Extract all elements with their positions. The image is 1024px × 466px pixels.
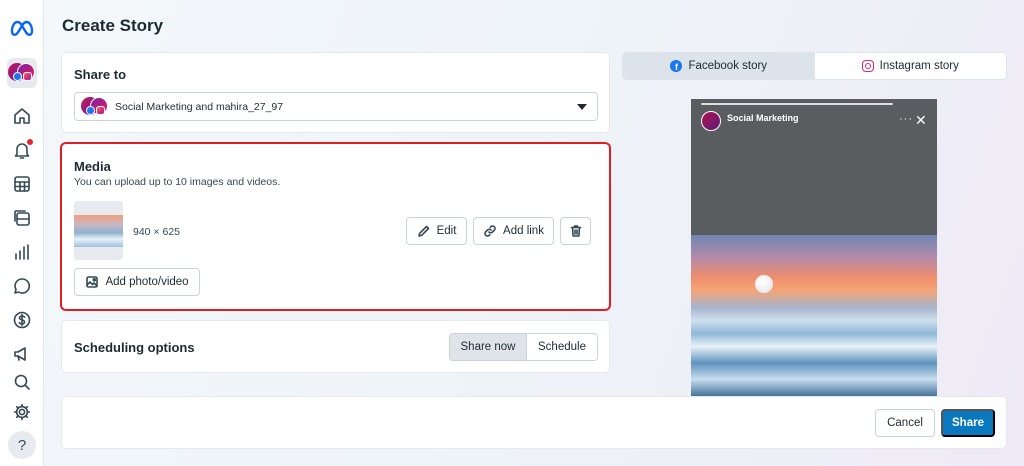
- calendar-grid-icon[interactable]: [10, 172, 34, 196]
- selected-account-label: Social Marketing and mahira_27_97: [115, 100, 284, 113]
- delete-button[interactable]: [560, 217, 591, 245]
- tab-facebook-story[interactable]: f Facebook story: [623, 53, 815, 79]
- close-icon[interactable]: ✕: [915, 112, 927, 129]
- sidebar: ?: [0, 0, 44, 466]
- scheduling-title: Scheduling options: [74, 340, 195, 355]
- megaphone-icon[interactable]: [10, 342, 34, 366]
- help-label: ?: [17, 436, 27, 454]
- thumbnail-image: [74, 215, 123, 247]
- schedule-option[interactable]: Schedule: [527, 334, 597, 360]
- add-photo-video-label: Add photo/video: [105, 276, 189, 288]
- story-account-name: Social Marketing: [727, 113, 799, 123]
- search-icon[interactable]: [10, 370, 34, 394]
- photo-add-icon: [86, 276, 99, 288]
- gear-icon[interactable]: [10, 400, 34, 424]
- inbox-chat-icon[interactable]: [10, 274, 34, 298]
- home-icon[interactable]: [10, 104, 34, 128]
- scheduling-card: Scheduling options Share now Schedule: [62, 321, 609, 372]
- share-to-title: Share to: [74, 67, 127, 82]
- more-icon[interactable]: ···: [899, 113, 913, 125]
- meta-logo-icon[interactable]: [8, 14, 36, 42]
- page-title: Create Story: [62, 16, 164, 35]
- story-preview: Social Marketing ··· ✕: [691, 99, 937, 399]
- tab-facebook-story-label: Facebook story: [688, 60, 768, 72]
- tab-instagram-story[interactable]: Instagram story: [814, 53, 1006, 79]
- account-avatar-stack-icon: [8, 63, 36, 83]
- media-thumbnail[interactable]: [74, 201, 123, 260]
- instagram-icon: [861, 60, 874, 72]
- tab-instagram-story-label: Instagram story: [879, 60, 959, 72]
- content-library-icon[interactable]: [10, 206, 34, 230]
- story-avatar: [701, 111, 721, 131]
- help-button[interactable]: ?: [8, 431, 36, 459]
- add-link-button[interactable]: Add link: [473, 217, 554, 245]
- pencil-icon: [417, 225, 429, 237]
- cancel-button[interactable]: Cancel: [875, 409, 935, 437]
- account-select-dropdown[interactable]: Social Marketing and mahira_27_97: [74, 92, 598, 121]
- media-dimensions: 940 × 625: [133, 226, 181, 238]
- media-title: Media: [74, 159, 111, 174]
- notification-dot: [27, 139, 33, 145]
- story-image: [691, 235, 937, 399]
- monetization-dollar-icon[interactable]: [10, 308, 34, 332]
- share-now-option[interactable]: Share now: [450, 334, 527, 360]
- edit-label: Edit: [436, 225, 457, 237]
- add-link-label: Add link: [503, 225, 544, 237]
- moon-shape: [755, 275, 773, 293]
- preview-tabs: f Facebook story Instagram story: [623, 53, 1006, 79]
- edit-button[interactable]: Edit: [406, 217, 467, 245]
- media-card: Media You can upload up to 10 images and…: [62, 144, 609, 309]
- account-avatars-icon: [81, 96, 109, 117]
- share-button[interactable]: Share: [941, 409, 995, 437]
- add-photo-video-button[interactable]: Add photo/video: [74, 268, 200, 296]
- share-to-card: Share to Social Marketing and mahira_27_…: [62, 53, 609, 132]
- insights-bar-chart-icon[interactable]: [10, 240, 34, 264]
- scheduling-toggle: Share now Schedule: [449, 333, 598, 361]
- media-subtitle: You can upload up to 10 images and video…: [74, 176, 281, 188]
- account-avatar[interactable]: [7, 58, 37, 88]
- story-progress-bar: [701, 103, 893, 105]
- facebook-icon: f: [670, 60, 683, 72]
- bell-icon[interactable]: [10, 138, 34, 162]
- footer-action-bar: Cancel Share: [62, 397, 1006, 448]
- link-icon: [484, 225, 496, 237]
- trash-icon: [570, 225, 581, 237]
- caret-down-icon: [577, 104, 587, 110]
